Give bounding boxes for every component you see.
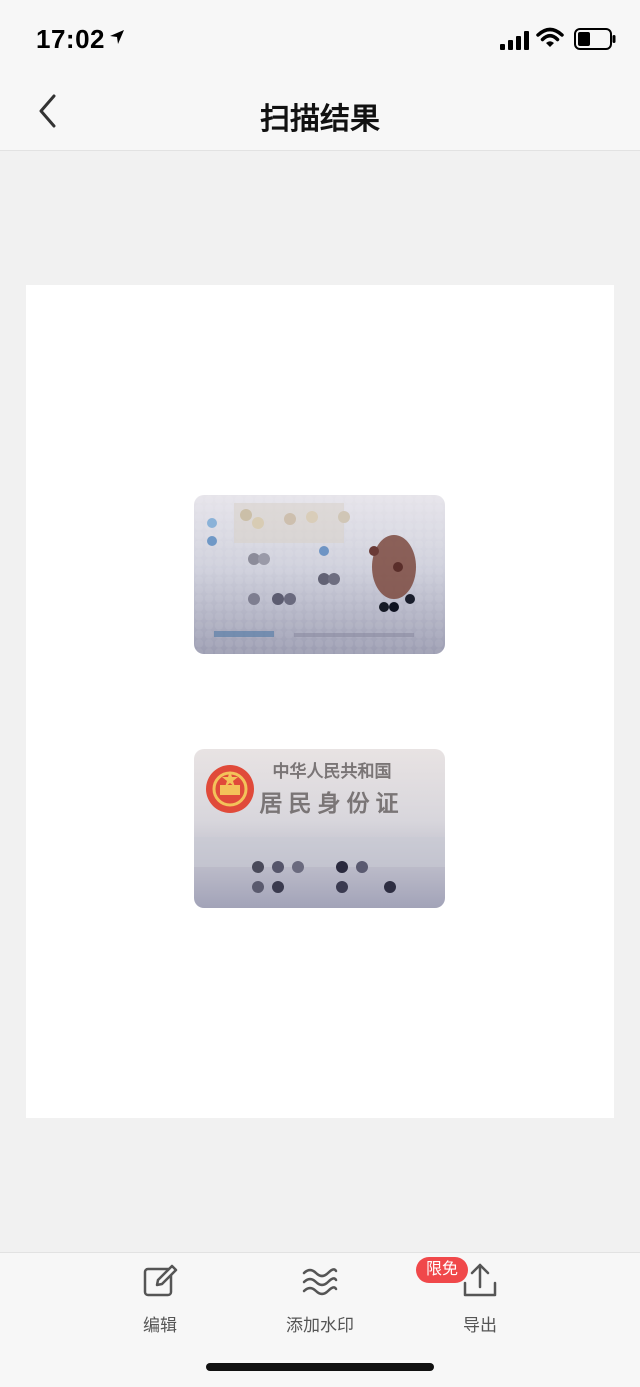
cellular-signal-icon	[500, 31, 529, 50]
nav-bar: 扫描结果	[0, 80, 640, 151]
id-card-back-image: 中华人民共和国 居民身份证	[194, 749, 445, 908]
free-limited-badge: 限免	[416, 1257, 469, 1283]
edit-label: 编辑	[143, 1316, 177, 1335]
status-bar: 17:02	[0, 0, 640, 80]
id-card-front-image	[194, 495, 445, 654]
edit-button[interactable]: 编辑	[100, 1261, 220, 1341]
home-indicator[interactable]	[206, 1363, 434, 1371]
add-watermark-label: 添加水印	[286, 1316, 354, 1335]
scanned-document-page[interactable]: 中华人民共和国 居民身份证	[26, 285, 614, 1118]
card-back-title-line2: 居民身份证	[260, 790, 405, 817]
watermark-wave-icon	[302, 1268, 338, 1296]
battery-icon	[574, 28, 616, 50]
export-label: 导出	[463, 1316, 497, 1335]
card-back-title-line1: 中华人民共和国	[273, 761, 392, 782]
bottom-toolbar: 编辑 添加水印 导出 限免	[0, 1252, 640, 1387]
status-time: 17:02	[36, 24, 105, 54]
national-emblem-icon	[206, 765, 254, 813]
wifi-icon	[536, 27, 564, 47]
edit-icon	[143, 1264, 178, 1297]
location-arrow-icon	[110, 30, 124, 44]
page-title: 扫描结果	[260, 103, 380, 136]
add-watermark-button[interactable]: 添加水印	[260, 1261, 380, 1341]
